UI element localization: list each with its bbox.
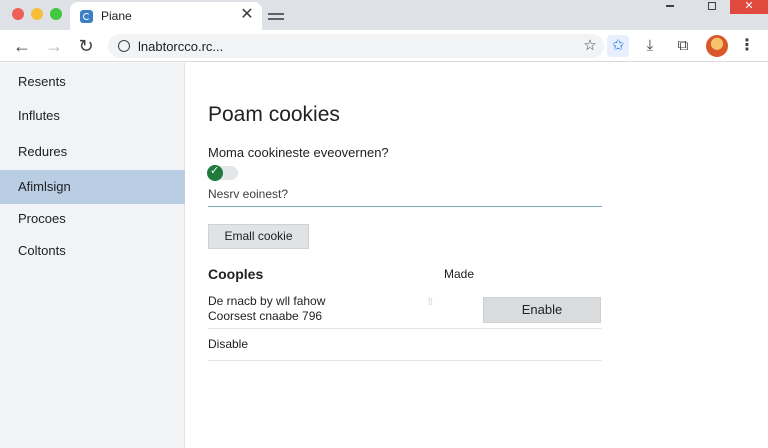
sidebar-item-afimlsign[interactable]: Afimlsign (0, 170, 185, 204)
upload-icon: ⇧ (426, 297, 435, 308)
main-content: Poam cookies Moma cookineste eveovernen?… (186, 63, 768, 448)
page-title: Poam cookies (208, 103, 340, 126)
extension-star-icon[interactable]: ✩ (607, 35, 629, 57)
maximize-icon[interactable] (698, 0, 726, 14)
title-bar: Piane ✕ ✕ (0, 0, 768, 30)
tab-list-icon[interactable] (268, 10, 286, 22)
disable-option[interactable]: Disable (208, 337, 248, 351)
row-description-line: De rnacb by wll fahow (208, 294, 326, 308)
sidebar-item-resents[interactable]: Resents (0, 65, 185, 99)
divider (208, 328, 602, 329)
column-header: Made (444, 267, 475, 281)
sidebar-item-redures[interactable]: Redures (0, 135, 185, 169)
tab-title: Piane (101, 9, 132, 23)
section-title: Cooples (208, 266, 264, 282)
forward-arrow-icon[interactable]: → (42, 34, 66, 58)
tab-close-icon[interactable]: ✕ (238, 6, 256, 24)
back-arrow-icon[interactable]: ← (10, 34, 34, 58)
minimize-window-dot[interactable] (31, 8, 43, 20)
window-close-icon[interactable]: ✕ (730, 0, 768, 14)
toggle-check-icon (207, 164, 223, 181)
download-icon[interactable]: ⤓ (639, 35, 661, 57)
enable-button[interactable]: Enable (483, 297, 601, 323)
close-window-dot[interactable] (12, 8, 24, 20)
cookie-text-field[interactable] (208, 185, 602, 207)
row-description: De rnacb by wll fahow Coorsest cnaabe 79… (208, 294, 325, 324)
cookie-setting-label: Moma cookineste eveovernen? (208, 145, 389, 160)
reload-icon[interactable]: ↻ (74, 34, 98, 58)
minimize-icon[interactable] (656, 0, 684, 14)
address-bar[interactable]: lnabtorcco.rc... (108, 34, 604, 58)
extensions-puzzle-icon[interactable]: ⧉ (672, 35, 694, 57)
site-favicon-icon (80, 10, 93, 23)
cookie-toggle[interactable] (207, 164, 238, 181)
settings-sidebar: Resents Influtes Redures Afimlsign Proco… (0, 63, 185, 448)
row-description-line: Coorsest cnaabe 796 (208, 309, 323, 323)
url-text[interactable]: lnabtorcco.rc... (138, 39, 223, 54)
sidebar-item-procoes[interactable]: Procoes (0, 202, 185, 236)
browser-tab[interactable]: Piane ✕ (70, 2, 262, 30)
maximize-window-dot[interactable] (50, 8, 62, 20)
bookmark-star-icon[interactable]: ☆ (579, 35, 601, 57)
sidebar-item-coltonts[interactable]: Coltonts (0, 234, 185, 268)
divider (208, 360, 602, 361)
browser-toolbar: ← → ↻ lnabtorcco.rc... ☆ ✩ ⤓ ⧉ ⋮ (0, 30, 768, 62)
site-info-icon[interactable] (118, 40, 130, 52)
kebab-menu-icon[interactable]: ⋮ (736, 35, 758, 57)
profile-avatar[interactable] (706, 35, 728, 57)
sidebar-item-influtes[interactable]: Influtes (0, 99, 185, 133)
email-cookie-button[interactable]: Emall cookie (208, 224, 309, 249)
